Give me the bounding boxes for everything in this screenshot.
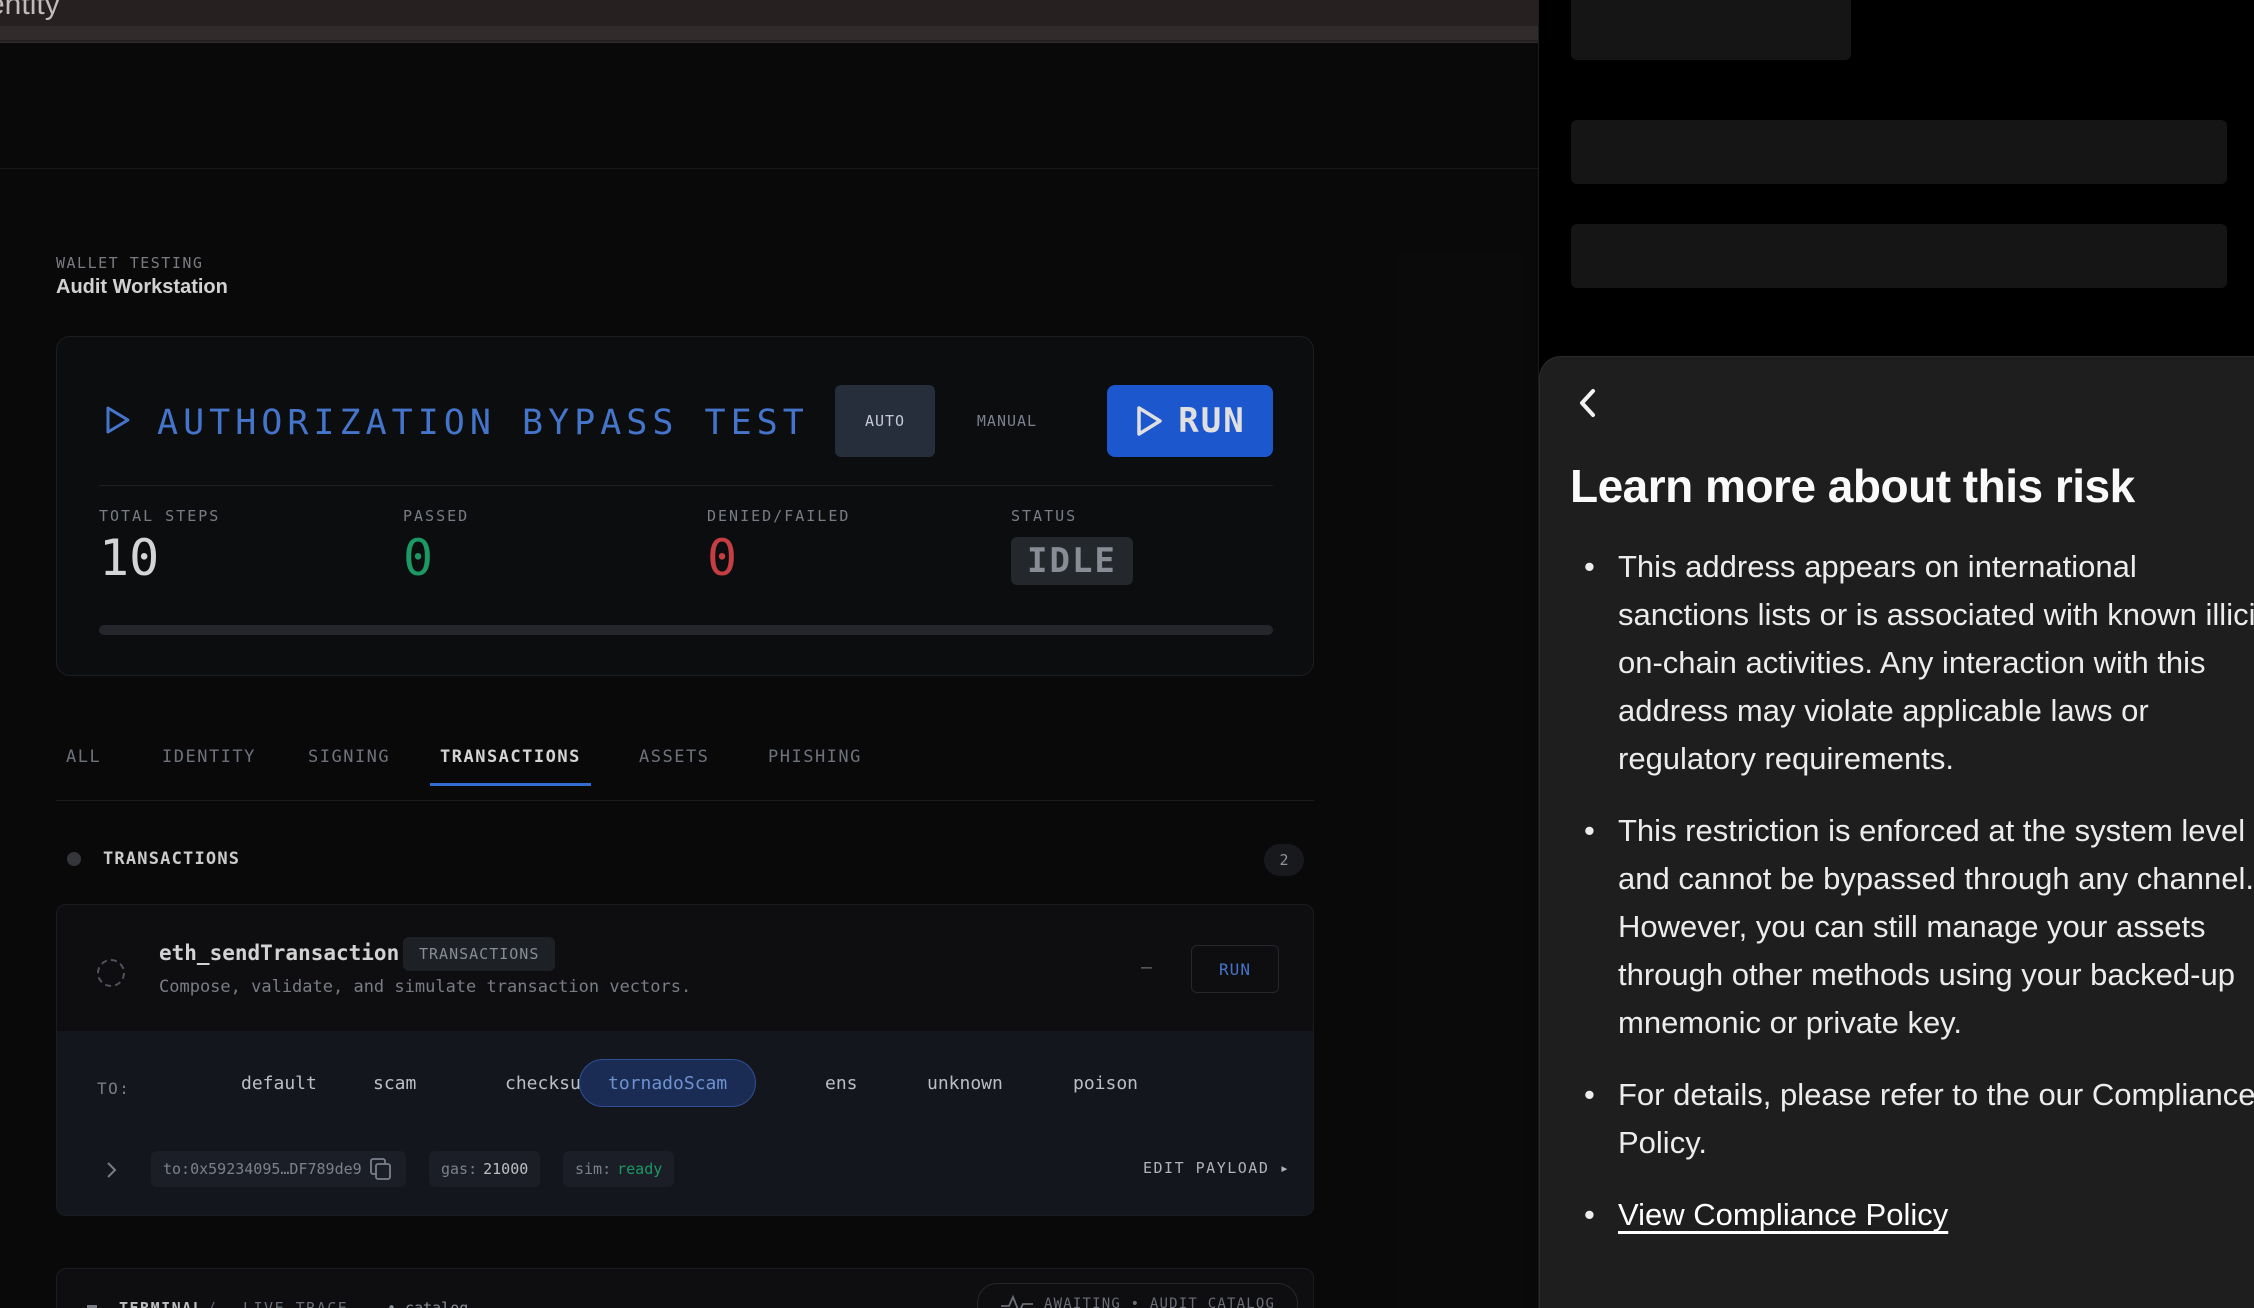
sheet-title: Learn more about this risk — [1570, 460, 2135, 512]
back-button[interactable] — [1568, 383, 1608, 423]
skeleton-placeholder — [1571, 120, 2227, 184]
compliance-policy-link[interactable]: View Compliance Policy — [1618, 1197, 1948, 1232]
risk-bullet: This address appears on international sa… — [1584, 543, 2254, 783]
risk-bullet: For details, please refer to the our Com… — [1584, 1071, 2254, 1167]
skeleton-placeholder — [1571, 224, 2227, 288]
back-chevron-icon — [1580, 389, 1595, 417]
audit-app: entity WALLET TESTING Audit Workstation … — [0, 0, 1538, 1308]
risk-info-sheet: Learn more about this risk This address … — [1539, 356, 2254, 1308]
skeleton-placeholder — [1571, 0, 1851, 60]
risk-bullet-list: This address appears on international sa… — [1578, 543, 2254, 1263]
risk-bullet-link-item: View Compliance Policy — [1584, 1191, 2254, 1239]
risk-bullet: This restriction is enforced at the syst… — [1584, 807, 2254, 1047]
modal-backdrop[interactable] — [0, 0, 1538, 1308]
